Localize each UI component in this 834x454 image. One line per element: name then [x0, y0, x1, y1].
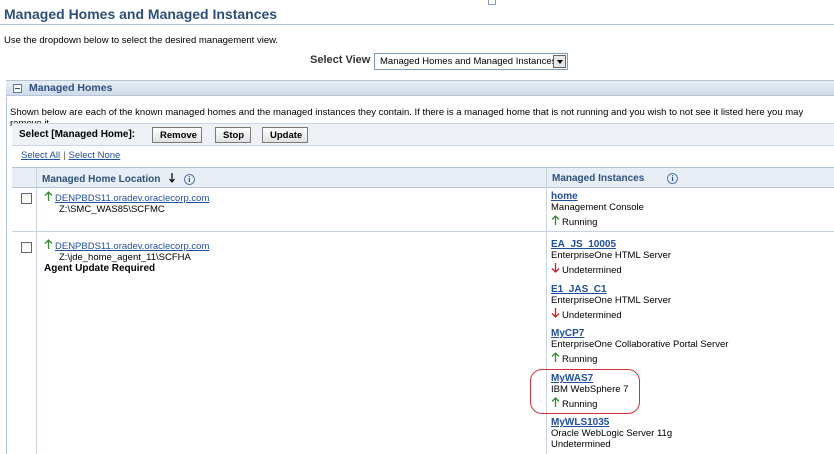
instance-item: EA_JS_10005 EnterpriseOne HTML Server Un… [551, 239, 671, 276]
down-arrow-icon [551, 308, 560, 318]
selection-links: Select All | Select None [21, 150, 120, 161]
instance-type: Management Console [551, 202, 644, 213]
instance-link[interactable]: MyCP7 [551, 328, 728, 339]
highlight-annotation [530, 369, 640, 414]
instance-status: Running [562, 354, 598, 365]
intro-text: Use the dropdown below to select the des… [4, 35, 279, 46]
instance-item: E1_JAS_C1 EnterpriseOne HTML Server Unde… [551, 284, 671, 321]
stop-button[interactable]: Stop [215, 127, 251, 143]
managed-home-toolbar: Select [Managed Home]: Remove Stop Updat… [12, 123, 834, 146]
instance-link[interactable]: home [551, 191, 644, 202]
up-arrow-icon [44, 191, 53, 201]
agent-update-note: Agent Update Required [44, 263, 156, 274]
title-divider [0, 24, 834, 25]
instance-status: Undetermined [562, 310, 622, 321]
select-none-link[interactable]: Select None [69, 150, 121, 161]
home-path: Z:\jde_home_agent_11\SCFHA [59, 252, 191, 263]
table-row: DENPBDS11.oradev.oraclecorp.com Z:\SMC_W… [44, 191, 209, 215]
location-header-label: Managed Home Location [42, 174, 161, 185]
home-path: Z:\SMC_WAS85\SCFMC [59, 204, 165, 215]
sort-descending-icon[interactable] [169, 173, 176, 183]
instance-type: EnterpriseOne Collaborative Portal Serve… [551, 339, 729, 350]
home-host-link[interactable]: DENPBDS11.oradev.oraclecorp.com [55, 241, 209, 252]
instance-type: EnterpriseOne HTML Server [551, 250, 672, 261]
dropdown-arrow-icon[interactable] [553, 55, 566, 68]
instance-link[interactable]: EA_JS_10005 [551, 239, 671, 250]
remove-button[interactable]: Remove [152, 127, 202, 143]
toolbar-label: Select [Managed Home]: [19, 129, 136, 140]
instances-header-label: Managed Instances [552, 173, 645, 185]
row-checkbox[interactable] [21, 193, 32, 204]
column-divider [36, 168, 37, 454]
info-icon[interactable]: i [183, 173, 195, 185]
instance-status: Running [562, 217, 598, 228]
instances-column-header: Managed Instances i [546, 168, 834, 188]
instance-type: Oracle WebLogic Server 11g [551, 428, 673, 439]
link-separator: | [63, 150, 66, 161]
home-host-link[interactable]: DENPBDS11.oradev.oraclecorp.com [55, 193, 209, 204]
select-view-value: Managed Homes and Managed Instances [380, 56, 557, 67]
select-view-dropdown[interactable]: Managed Homes and Managed Instances [374, 53, 568, 70]
location-column-header[interactable]: Managed Home Location i [36, 168, 546, 188]
instance-link[interactable]: MyWLS1035 [551, 417, 672, 428]
down-arrow-icon [551, 263, 560, 273]
select-column-header [12, 168, 36, 188]
instance-item: MyWLS1035 Oracle WebLogic Server 11g Und… [551, 417, 672, 450]
table-row: DENPBDS11.oradev.oraclecorp.com Z:\jde_h… [44, 239, 209, 274]
instance-list: home Management Console Running [551, 191, 644, 228]
instance-type: EnterpriseOne HTML Server [551, 295, 672, 306]
instance-status: Undetermined [562, 265, 622, 276]
row-checkbox[interactable] [21, 242, 32, 253]
up-arrow-icon [551, 352, 560, 362]
window-marker [488, 0, 496, 5]
page-title: Managed Homes and Managed Instances [4, 6, 278, 22]
section-title: Managed Homes [29, 82, 113, 94]
instance-status: Undetermined [551, 439, 611, 450]
instance-link[interactable]: E1_JAS_C1 [551, 284, 671, 295]
update-button[interactable]: Update [262, 127, 308, 143]
instance-item: MyCP7 EnterpriseOne Collaborative Portal… [551, 328, 728, 365]
info-icon[interactable]: i [667, 173, 679, 184]
select-view-label: Select View [310, 54, 371, 66]
up-arrow-icon [551, 215, 560, 225]
up-arrow-icon [44, 239, 53, 249]
row-divider [12, 231, 834, 232]
select-all-link[interactable]: Select All [21, 150, 60, 161]
managed-homes-header: Managed Homes [6, 80, 834, 96]
collapse-icon[interactable] [13, 84, 22, 93]
